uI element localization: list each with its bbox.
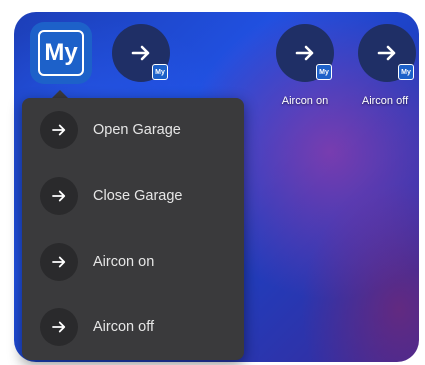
my-app-badge-icon: My xyxy=(152,64,168,80)
shortcut-aircon-on[interactable]: My xyxy=(276,24,334,82)
arrow-right-icon xyxy=(40,308,78,346)
arrow-right-icon xyxy=(40,177,78,215)
menu-item-label: Aircon on xyxy=(93,254,155,270)
shortcut-icon-unlabeled[interactable]: My xyxy=(112,24,170,82)
my-app-badge-icon: My xyxy=(316,64,332,80)
my-app-logo: My xyxy=(38,30,84,76)
menu-item-aircon-off[interactable]: Aircon off xyxy=(22,295,244,359)
my-app-icon[interactable]: My xyxy=(30,22,92,84)
menu-item-open-garage[interactable]: Open Garage xyxy=(22,98,244,162)
shortcut-label-aircon-off: Aircon off xyxy=(361,95,409,107)
menu-item-label: Open Garage xyxy=(93,122,181,138)
my-app-badge-icon: My xyxy=(398,64,414,80)
menu-pointer xyxy=(52,90,68,98)
menu-item-label: Aircon off xyxy=(93,319,154,335)
menu-item-label: Close Garage xyxy=(93,188,183,204)
shortcut-label-aircon-on: Aircon on xyxy=(281,95,329,107)
arrow-right-icon xyxy=(40,111,78,149)
arrow-right-icon xyxy=(40,243,78,281)
menu-item-close-garage[interactable]: Close Garage xyxy=(22,164,244,228)
shortcut-aircon-off[interactable]: My xyxy=(358,24,416,82)
shortcut-popup-menu: Open Garage Close Garage Aircon on Airco… xyxy=(22,98,244,360)
menu-item-aircon-on[interactable]: Aircon on xyxy=(22,230,244,294)
